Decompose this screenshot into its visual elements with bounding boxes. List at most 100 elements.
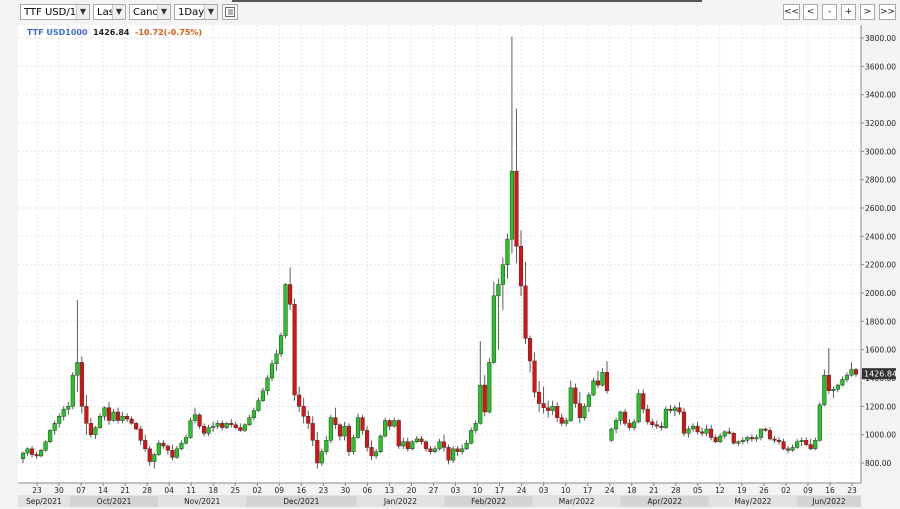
candle-body [659,425,664,428]
chart-style-select[interactable]: Candle ▼ [129,4,171,20]
candle-body [813,440,818,450]
price-field-select[interactable]: Last ▼ [93,4,126,20]
y-tick-label: 3800.00 [865,34,896,43]
nav-last-button[interactable]: >> [879,4,896,20]
candle-body [278,335,284,355]
candle-body [116,411,121,421]
candle-body [224,423,229,428]
candle-body [609,428,614,441]
candle-body [781,441,786,450]
candle-body [238,427,243,431]
x-tick-label: 12 [715,486,725,495]
toolbar: TTF USD/1000 ▼ Last ▼ Candle ▼ 1Day ▼ <<… [0,0,900,24]
candle-body [20,452,26,460]
x-tick-label: 20 [407,486,417,495]
indicator-button[interactable] [222,4,238,20]
x-tick-label: 04 [164,486,174,495]
candle-body [745,437,750,441]
candle-body [532,360,537,393]
candle-body [61,408,66,417]
chevron-down-icon: ▼ [204,5,217,19]
candle-body [527,338,533,362]
candle-body [514,170,519,247]
candle-body [700,431,705,434]
candle-body [677,407,682,413]
candle-body [767,430,773,440]
price-chart[interactable]: 800.001000.001200.001400.001600.001800.0… [0,24,900,509]
y-tick-label: 800.00 [865,459,891,468]
candle-body [251,410,256,418]
candle-body [451,448,456,461]
candle-body [795,441,800,448]
candle-body [66,406,71,410]
x-tick-label: 25 [230,486,240,495]
candle-body [346,425,352,452]
candle-body [365,430,370,448]
zoom-in-button[interactable]: + [841,4,856,20]
candle-body [627,423,632,428]
candle-body [663,408,668,428]
chevron-down-icon: ▼ [76,5,89,19]
x-tick-label: 06 [363,486,373,495]
x-tick-label: 28 [142,486,152,495]
interval-select[interactable]: 1Day ▼ [174,4,218,20]
y-tick-label: 1000.00 [865,431,896,440]
candle-body [731,433,736,444]
candle-body [75,362,80,376]
x-tick-label: 23 [319,486,329,495]
candle-body [25,448,30,454]
candle-body [419,438,424,442]
nav-prev-button[interactable]: < [803,4,818,20]
x-tick-label: 17 [495,486,505,495]
candle-body [636,393,641,423]
x-tick-label: 09 [275,486,285,495]
candle-body [247,417,252,425]
candle-body [383,420,388,437]
y-tick-label: 2000.00 [865,289,896,298]
candle-body [256,400,261,411]
candle-body [57,416,62,424]
candle-body [835,384,840,390]
candle-body [623,411,628,424]
candle-body [582,406,587,418]
candle-body [808,444,813,450]
candle-body [428,448,433,452]
candle-body [826,374,831,391]
candle-body [509,170,514,240]
candle-body [464,442,469,450]
candle-body [414,438,419,442]
candle-body [559,417,564,424]
x-tick-label: 19 [737,486,747,495]
candle-body [374,451,379,457]
candle-body [129,418,134,424]
nav-next-button[interactable]: > [860,4,875,20]
candle-body [840,379,845,386]
candle-body [342,425,347,437]
x-tick-label: 28 [671,486,681,495]
candle-body [460,448,465,452]
candle-body [120,416,125,421]
candle-body [672,407,677,411]
candle-body [709,428,714,438]
candle-body [333,417,338,425]
candle-body [70,374,75,407]
symbol-select[interactable]: TTF USD/1000 ▼ [20,4,90,20]
x-tick-label: 23 [32,486,42,495]
candle-body [134,423,139,430]
zoom-out-button[interactable]: - [822,4,837,20]
candle-body [763,428,768,431]
y-tick-label: 3600.00 [865,62,896,71]
candle-body [337,424,342,437]
candle-body [550,406,555,411]
candle-body [324,440,329,452]
nav-first-button[interactable]: << [783,4,800,20]
candle-body [537,391,542,404]
candle-body [496,284,501,297]
x-tick-label: 17 [583,486,593,495]
x-tick-label: 10 [473,486,483,495]
candle-body [487,362,492,413]
candle-body [52,423,57,431]
candle-body [174,448,179,458]
candle-body [292,304,297,396]
candle-body [573,387,578,404]
